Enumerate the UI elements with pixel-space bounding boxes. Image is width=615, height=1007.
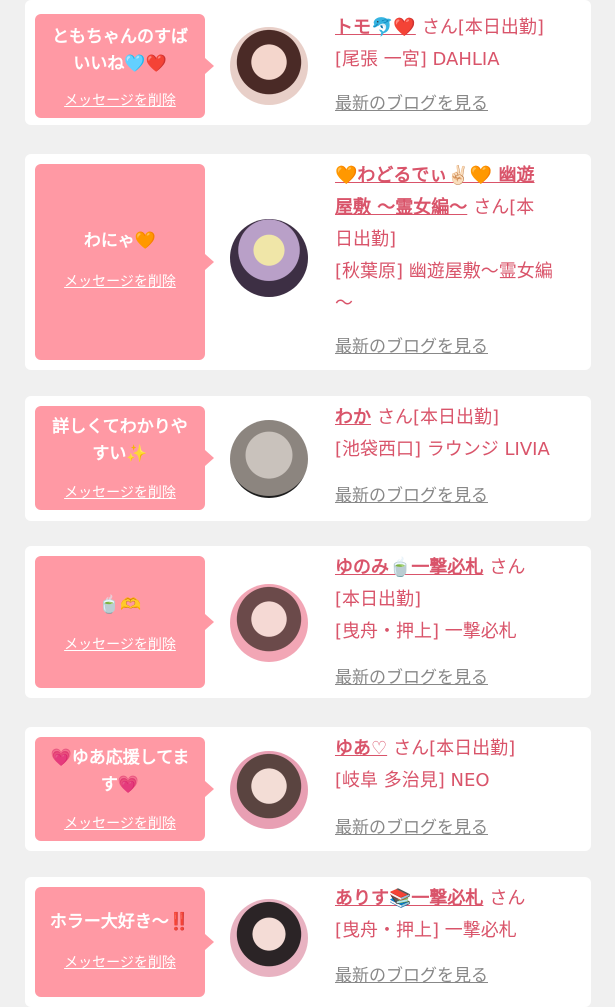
message-text: わにゃ🧡 (83, 231, 157, 251)
message-text: ホラー大好き〜‼️ (49, 912, 191, 932)
message-text: すい✨ (92, 444, 148, 464)
delete-message-link[interactable]: メッセージを削除 (35, 952, 205, 972)
avatar[interactable] (230, 899, 308, 977)
latest-blog-link[interactable]: 最新のブログを見る (335, 813, 488, 838)
cast-name-link[interactable]: ありす📚一撃必札 (335, 888, 483, 909)
message-bubble: 💗ゆあ応援してま す💗 メッセージを削除 (35, 737, 214, 841)
message-text: 💗ゆあ応援してま (50, 748, 190, 768)
message-bubble: 🍵🫶 メッセージを削除 (35, 556, 214, 688)
store-label: [池袋西口] ラウンジ LIVIA (335, 439, 550, 460)
san-label: さん (377, 407, 413, 428)
latest-blog-link[interactable]: 最新のブログを見る (335, 332, 488, 357)
message-card: ホラー大好き〜‼️ メッセージを削除 ありす📚一撃必札 さん [曳舟・押上] 一撃… (25, 877, 591, 1007)
latest-blog-link[interactable]: 最新のブログを見る (335, 961, 488, 986)
san-label: さん (489, 557, 526, 578)
message-card: ともちゃんのすば いいね🩵❤️ メッセージを削除 トモ🐬❤️ さん[本日出勤] [… (25, 0, 591, 125)
message-bubble: ともちゃんのすば いいね🩵❤️ メッセージを削除 (35, 14, 214, 118)
cast-name-link[interactable]: ゆあ♡ (335, 738, 387, 759)
delete-message-link[interactable]: メッセージを削除 (35, 271, 205, 291)
cast-name-link[interactable]: 🧡わどるでぃ✌🏻🧡 幽遊 (335, 165, 535, 186)
store-label: [秋葉原] 幽遊屋敷〜霊女編 (335, 261, 553, 282)
avatar[interactable] (230, 27, 308, 105)
shift-status: [本日出勤] (429, 738, 516, 759)
message-card: わにゃ🧡 メッセージを削除 🧡わどるでぃ✌🏻🧡 幽遊 屋敷 〜霊女編〜 さん[本 … (25, 154, 591, 370)
cast-name-link[interactable]: わか (335, 407, 371, 428)
san-label: さん (489, 888, 526, 909)
message-text: 🍵🫶 (98, 595, 142, 615)
message-text: いいね🩵❤️ (73, 54, 167, 74)
message-card: 🍵🫶 メッセージを削除 ゆのみ🍵一撃必札 さん [本日出勤] [曳舟・押上] 一撃… (25, 546, 591, 698)
delete-message-link[interactable]: メッセージを削除 (35, 90, 205, 110)
shift-status: [本日出勤] (457, 17, 544, 38)
message-bubble: わにゃ🧡 メッセージを削除 (35, 164, 214, 360)
message-bubble: 詳しくてわかりや すい✨ メッセージを削除 (35, 406, 214, 510)
delete-message-link[interactable]: メッセージを削除 (35, 634, 205, 654)
message-text: 詳しくてわかりや (52, 417, 188, 437)
avatar[interactable] (230, 584, 308, 662)
latest-blog-link[interactable]: 最新のブログを見る (335, 89, 488, 114)
delete-message-link[interactable]: メッセージを削除 (35, 482, 205, 502)
shift-status: [本日出勤] (335, 589, 422, 610)
store-label: [曳舟・押上] 一撃必札 (335, 920, 517, 941)
san-label: さん (473, 197, 510, 218)
shift-status: 日出勤] (335, 229, 397, 250)
san-label: さん (393, 738, 430, 759)
store-label: [尾張 一宮] DAHLIA (335, 49, 500, 70)
latest-blog-link[interactable]: 最新のブログを見る (335, 663, 488, 688)
message-text: す💗 (100, 775, 140, 795)
delete-message-link[interactable]: メッセージを削除 (35, 813, 205, 833)
message-text: ともちゃんのすば (52, 27, 188, 47)
store-label: [岐阜 多治見] NEO (335, 770, 490, 791)
store-label: [曳舟・押上] 一撃必札 (335, 621, 517, 642)
shift-status: [本日出勤] (413, 407, 500, 428)
message-card: 💗ゆあ応援してま す💗 メッセージを削除 ゆあ♡ さん[本日出勤] [岐阜 多治見… (25, 727, 591, 851)
cast-name-link[interactable]: 屋敷 〜霊女編〜 (335, 197, 467, 218)
san-label: さん (421, 17, 458, 38)
message-card: 詳しくてわかりや すい✨ メッセージを削除 わか さん[本日出勤] [池袋西口] … (25, 396, 591, 521)
avatar[interactable] (230, 751, 308, 829)
store-label: 〜 (335, 293, 353, 314)
cast-name-link[interactable]: トモ🐬❤️ (335, 17, 416, 38)
message-bubble: ホラー大好き〜‼️ メッセージを削除 (35, 887, 214, 997)
avatar[interactable] (230, 420, 308, 498)
latest-blog-link[interactable]: 最新のブログを見る (335, 481, 488, 506)
cast-name-link[interactable]: ゆのみ🍵一撃必札 (335, 557, 483, 578)
shift-status: [本 (509, 197, 535, 218)
avatar[interactable] (230, 219, 308, 297)
